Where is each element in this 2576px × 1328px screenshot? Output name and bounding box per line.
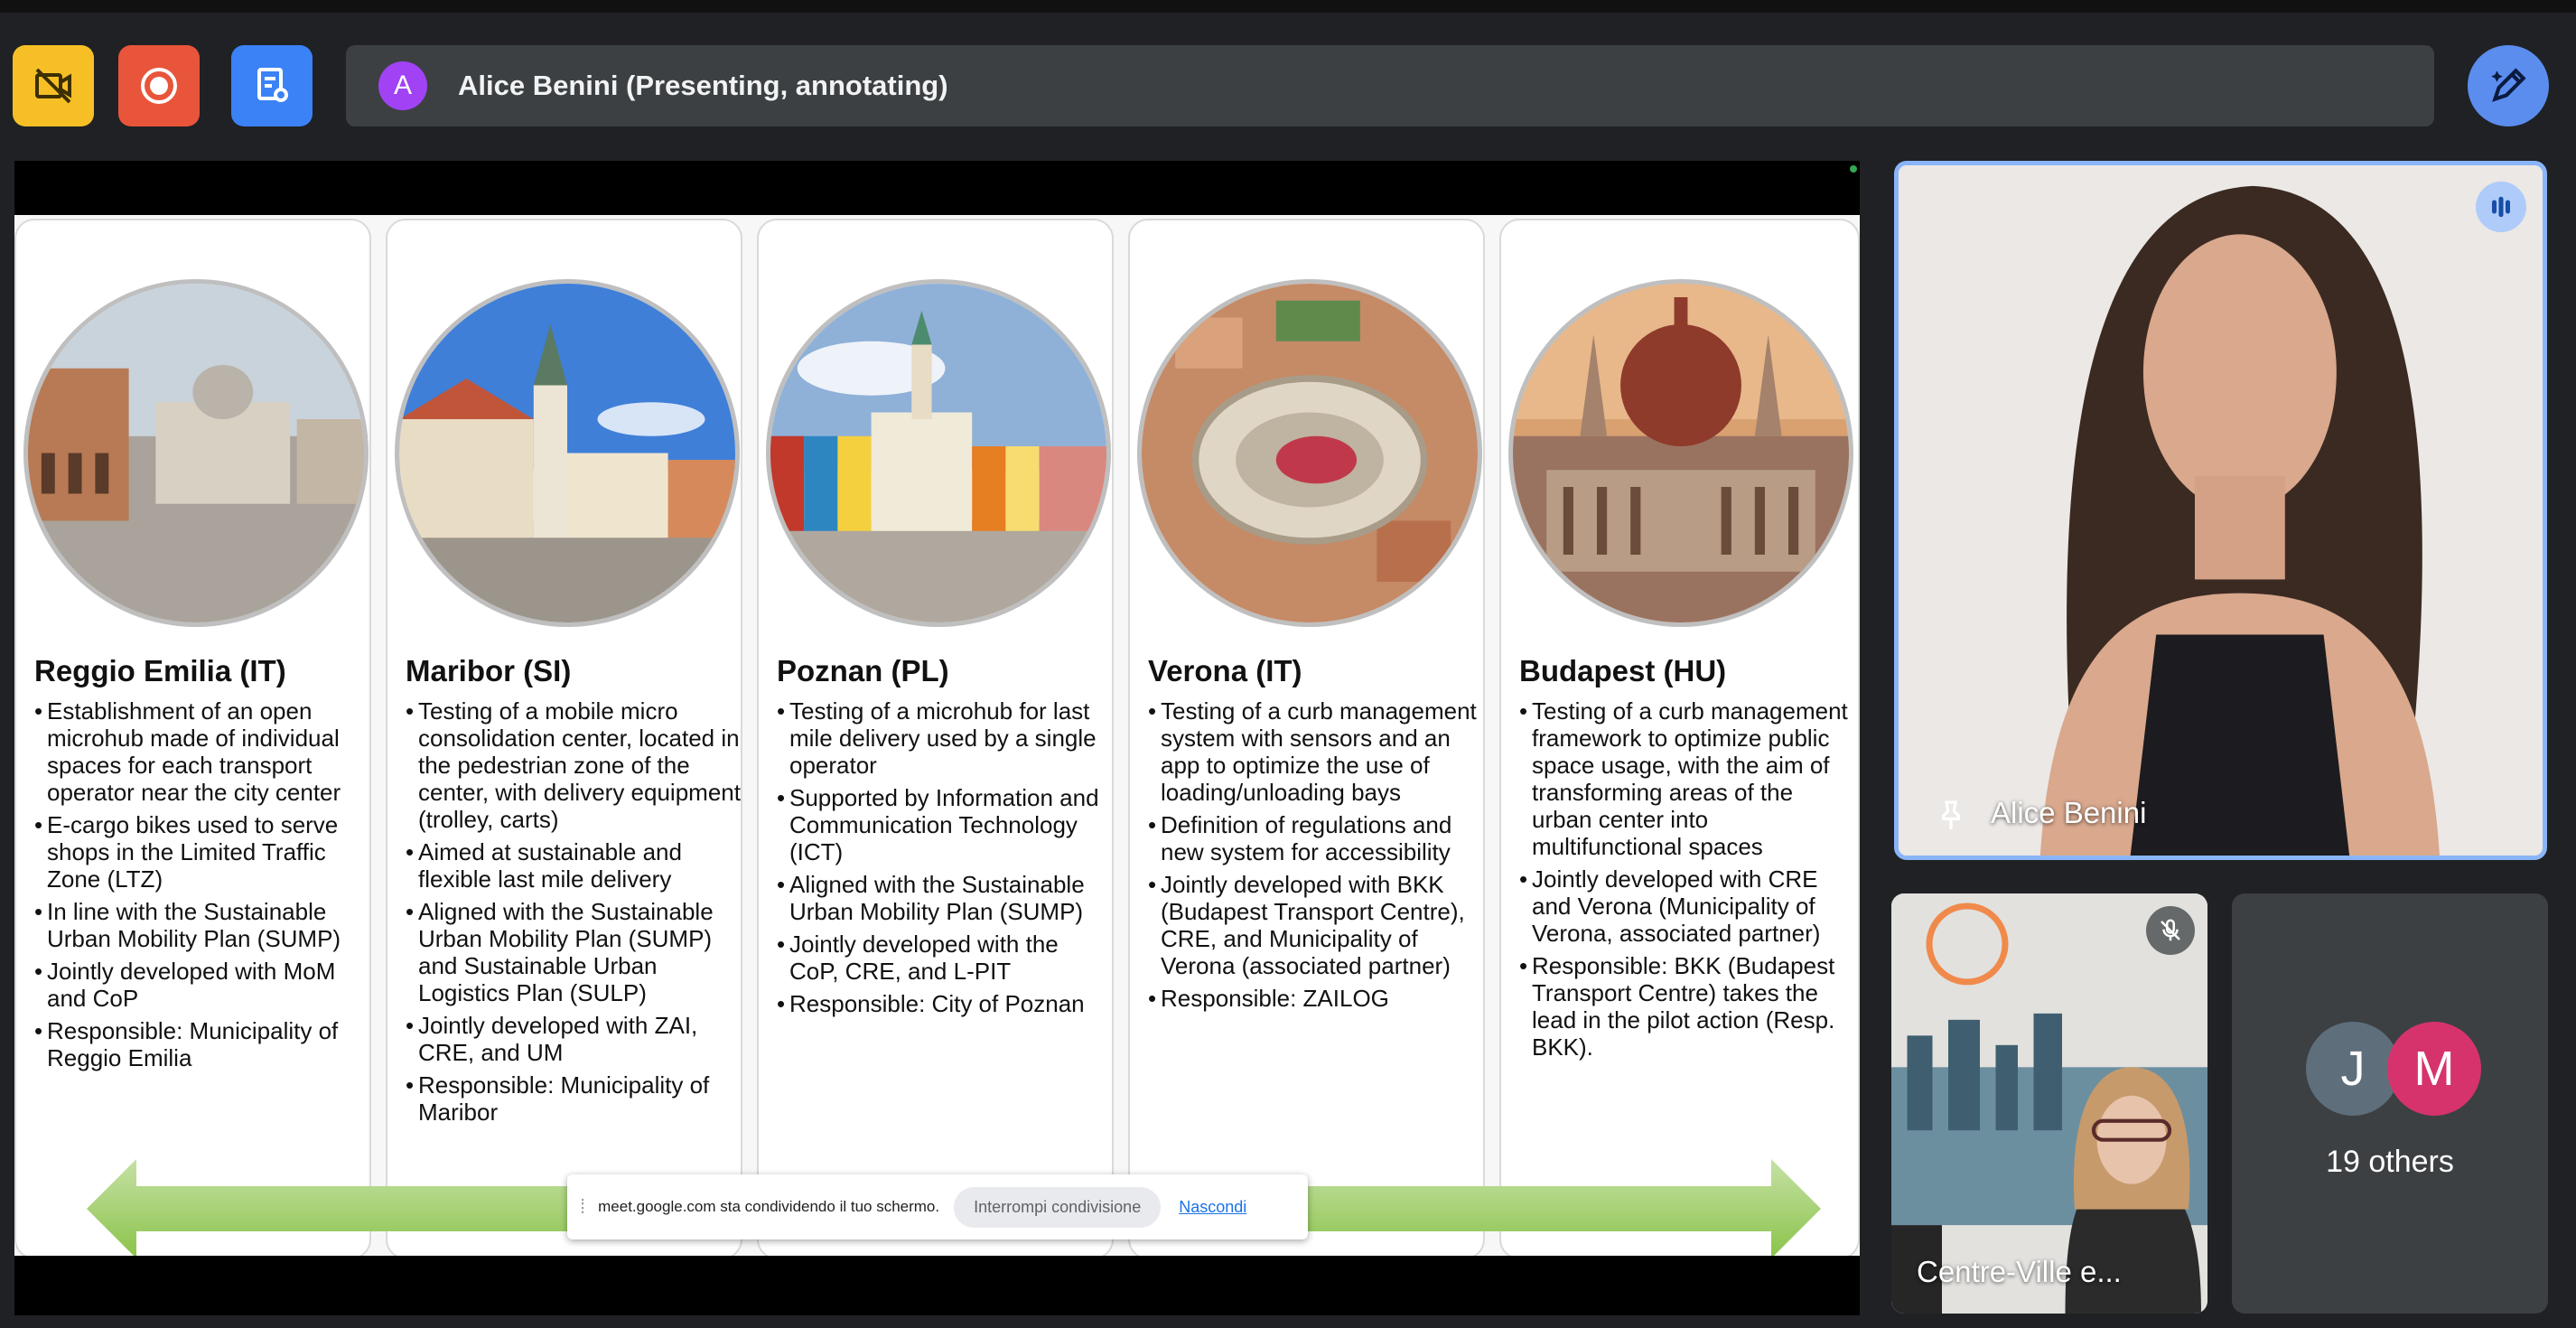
bullet: Supported by Information and Communicati… — [777, 784, 1113, 865]
city-photo — [766, 279, 1111, 627]
bullet: Establishment of an open microhub made o… — [34, 697, 370, 806]
city-card-maribor: Maribor (SI) Testing of a mobile micro c… — [386, 219, 742, 1256]
drag-handle-icon[interactable]: ⁞ — [580, 1195, 585, 1219]
hide-self-view-button[interactable] — [13, 45, 94, 126]
bullet: Responsible: BKK (Budapest Transport Cen… — [1519, 952, 1855, 1061]
city-card-budapest: Budapest (HU) Testing of a curb manageme… — [1499, 219, 1860, 1256]
sharing-indicator — [1850, 165, 1857, 173]
hide-link[interactable]: Nascondi — [1179, 1198, 1246, 1217]
presenter-banner: A Alice Benini (Presenting, annotating) — [346, 45, 2434, 126]
participant-tile-centre-ville[interactable]: Centre-Ville e... — [1891, 893, 2207, 1314]
card-title: Verona (IT) — [1148, 654, 1302, 687]
bullet: Jointly developed with CRE and Verona (M… — [1519, 865, 1855, 947]
mic-off-icon — [2161, 919, 2180, 941]
bullet: Responsible: ZAILOG — [1148, 985, 1484, 1012]
city-card-reggio-emilia: Reggio Emilia (IT) Establishment of an o… — [14, 219, 371, 1256]
presenter-status: Alice Benini (Presenting, annotating) — [458, 70, 948, 101]
participant-tile-main[interactable]: Alice Benini — [1894, 161, 2547, 860]
bullet: Responsible: City of Poznan — [777, 990, 1113, 1017]
annotate-button[interactable] — [2468, 45, 2549, 126]
city-photo — [1137, 279, 1482, 627]
city-card-verona: Verona (IT) Testing of a curb management… — [1128, 219, 1485, 1256]
speaking-indicator — [2476, 182, 2526, 232]
muted-indicator — [2146, 906, 2195, 955]
others-tile[interactable]: J M 19 others — [2232, 893, 2548, 1314]
bullet: Jointly developed with BKK (Budapest Tra… — [1148, 871, 1484, 979]
city-card-poznan: Poznan (PL) Testing of a microhub for la… — [757, 219, 1114, 1256]
bullet: Aligned with the Sustainable Urban Mobil… — [777, 871, 1113, 925]
bullet: Aligned with the Sustainable Urban Mobil… — [406, 898, 742, 1006]
bullet: Testing of a microhub for last mile deli… — [777, 697, 1113, 779]
city-photo — [23, 279, 369, 627]
card-title: Poznan (PL) — [777, 654, 949, 687]
city-photo — [1508, 279, 1853, 627]
participant-name: Centre-Ville e... — [1917, 1255, 2122, 1288]
bullet: Responsible: Municipality of Maribor — [406, 1071, 742, 1126]
avatar: J — [2306, 1022, 2400, 1116]
avatar: M — [2387, 1022, 2481, 1116]
bullet: Responsible: Municipality of Reggio Emil… — [34, 1017, 370, 1071]
share-message: meet.google.com sta condividendo il tuo … — [598, 1198, 940, 1215]
audio-level-icon — [2492, 196, 2510, 218]
stop-sharing-button[interactable]: Interrompi condivisione — [954, 1186, 1162, 1228]
bullet: Testing of a curb management framework t… — [1519, 697, 1855, 860]
card-bullets: Establishment of an open microhub made o… — [34, 697, 370, 1077]
participant-name: Alice Benini — [1991, 796, 2147, 829]
present-icon — [257, 68, 288, 102]
bullet: Jointly developed with MoM and CoP — [34, 958, 370, 1012]
card-bullets: Testing of a mobile micro consolidation … — [406, 697, 742, 1131]
meeting-toolbar: A Alice Benini (Presenting, annotating) — [0, 0, 2576, 170]
bullet: Definition of regulations and new system… — [1148, 811, 1484, 865]
presentation-slide: Reggio Emilia (IT) Establishment of an o… — [14, 215, 1860, 1256]
presenter-avatar: A — [378, 61, 427, 110]
others-count: 19 others — [2326, 1145, 2454, 1179]
participant-video — [1899, 165, 2543, 856]
card-title: Reggio Emilia (IT) — [34, 654, 286, 687]
bullet: Testing of a mobile micro consolidation … — [406, 697, 742, 833]
bullet: In line with the Sustainable Urban Mobil… — [34, 898, 370, 952]
bullet: Aimed at sustainable and flexible last m… — [406, 838, 742, 893]
bullet: Testing of a curb management system with… — [1148, 697, 1484, 806]
video-off-icon — [35, 68, 71, 104]
bullet: Jointly developed with the CoP, CRE, and… — [777, 931, 1113, 985]
bullet: E-cargo bikes used to serve shops in the… — [34, 811, 370, 893]
card-bullets: Testing of a curb management framework t… — [1519, 697, 1855, 1066]
card-bullets: Testing of a curb management system with… — [1148, 697, 1484, 1017]
pen-sparkle-icon — [2491, 68, 2526, 102]
pin-icon[interactable] — [1933, 798, 1969, 834]
card-title: Budapest (HU) — [1519, 654, 1727, 687]
city-photo — [395, 279, 740, 627]
bullet: Jointly developed with ZAI, CRE, and UM — [406, 1012, 742, 1066]
record-button[interactable] — [118, 45, 200, 126]
present-button[interactable] — [231, 45, 313, 126]
screen-share-notice: ⁞ meet.google.com sta condividendo il tu… — [567, 1174, 1308, 1239]
card-title: Maribor (SI) — [406, 654, 572, 687]
record-icon — [141, 68, 177, 104]
card-bullets: Testing of a microhub for last mile deli… — [777, 697, 1113, 1023]
participant-video — [1891, 893, 2207, 1314]
